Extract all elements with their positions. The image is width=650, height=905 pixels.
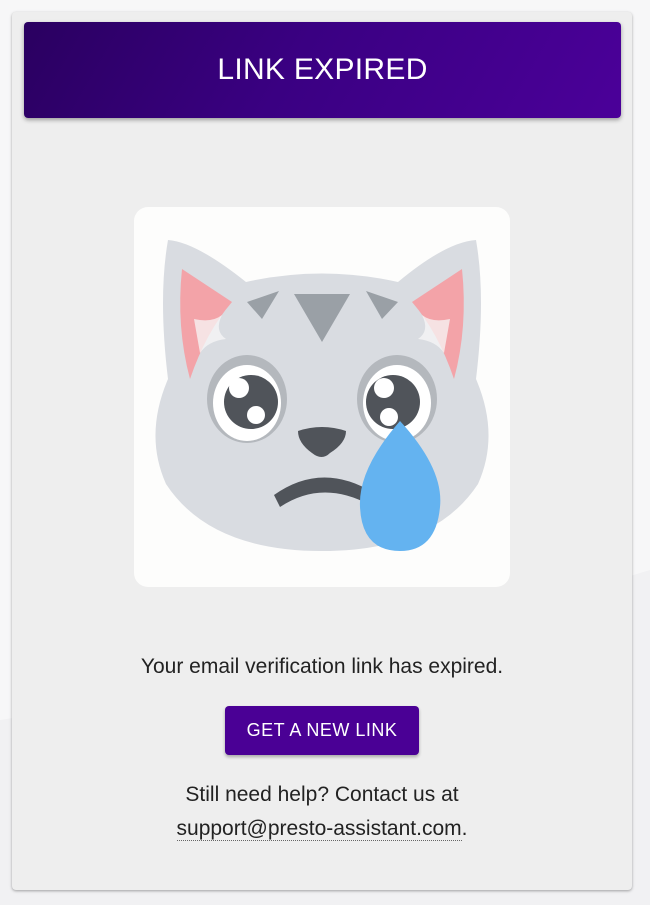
cat-illustration [134, 207, 510, 587]
card-header: LINK EXPIRED [24, 22, 621, 118]
help-text: Still need help? Contact us at support@p… [12, 778, 632, 846]
help-suffix: . [461, 817, 468, 840]
help-prefix: Still need help? Contact us at [185, 783, 459, 806]
page-title: LINK EXPIRED [217, 53, 428, 86]
support-email-link[interactable]: support@presto-assistant.com [176, 817, 462, 841]
expiry-message: Your email verification link has expired… [140, 655, 504, 678]
crying-cat-face-icon [155, 240, 489, 551]
get-new-link-button[interactable]: GET A NEW LINK [225, 706, 419, 755]
expired-card: LINK EXPIRED Your email verification lin… [12, 12, 632, 890]
